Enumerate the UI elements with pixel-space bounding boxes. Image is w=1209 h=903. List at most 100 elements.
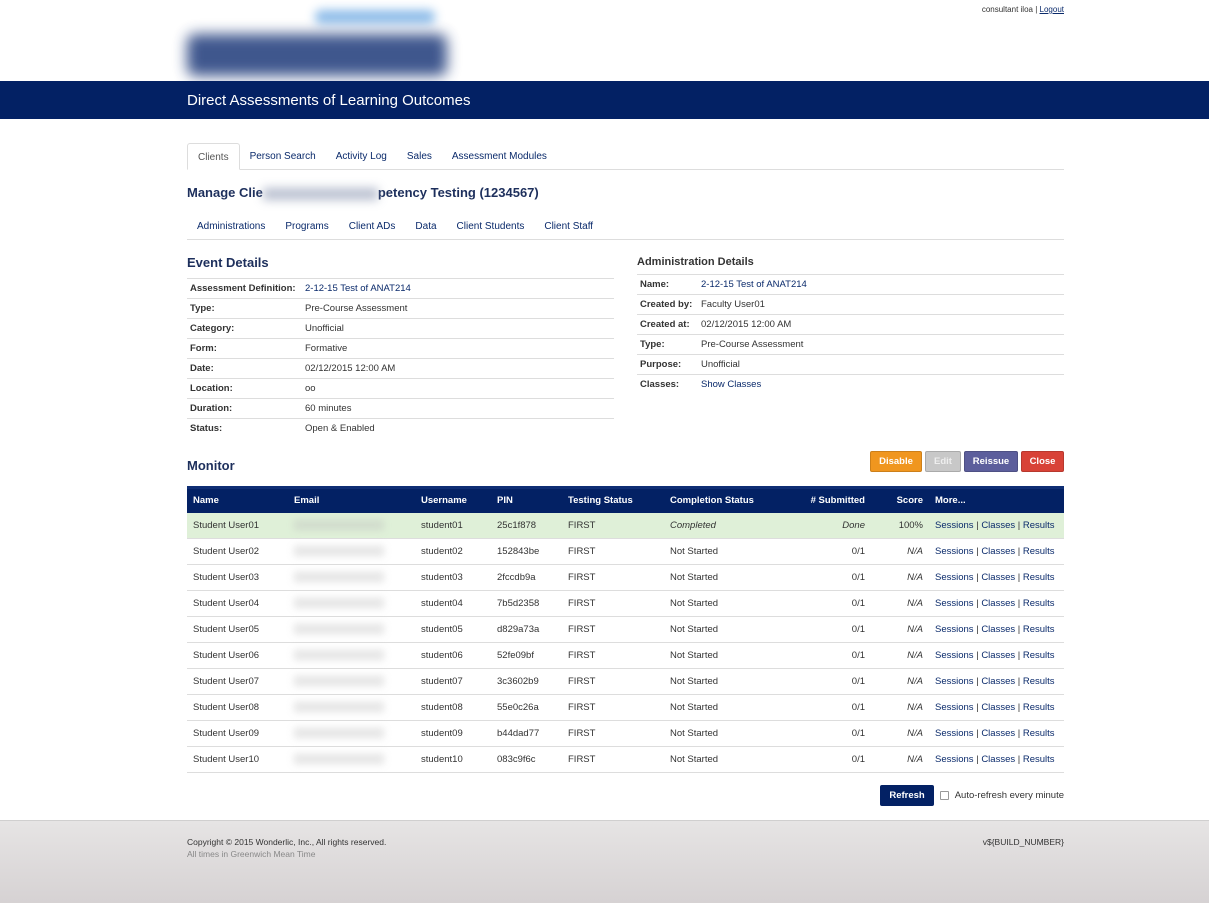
sessions-link[interactable]: Sessions <box>935 546 974 557</box>
sessions-link[interactable]: Sessions <box>935 598 974 609</box>
link-separator: | <box>976 572 979 583</box>
sessions-link[interactable]: Sessions <box>935 520 974 531</box>
sessions-link[interactable]: Sessions <box>935 754 974 765</box>
admin-detail-value-link[interactable]: Show Classes <box>701 379 761 390</box>
classes-link[interactable]: Classes <box>981 624 1015 635</box>
username-cell: student10 <box>415 746 491 773</box>
email-redacted <box>294 624 384 635</box>
testing-status-cell: FIRST <box>562 720 664 747</box>
close-button[interactable]: Close <box>1021 451 1064 472</box>
results-link[interactable]: Results <box>1023 676 1055 687</box>
event-detail-label: Form: <box>187 338 302 359</box>
classes-link[interactable]: Classes <box>981 650 1015 661</box>
admin-details-table: Name: 2-12-15 Test of ANAT214 Created by: F… <box>637 274 1064 395</box>
col-username[interactable]: Username <box>415 486 491 513</box>
pin-cell: 2fccdb9a <box>491 564 562 591</box>
logout-link[interactable]: Logout <box>1040 5 1064 14</box>
admin-detail-row: Type: Pre-Course Assessment <box>637 334 1064 355</box>
sessions-link[interactable]: Sessions <box>935 728 974 739</box>
classes-link[interactable]: Classes <box>981 754 1015 765</box>
pin-cell: 25c1f878 <box>491 512 562 539</box>
reissue-button[interactable]: Reissue <box>964 451 1018 472</box>
sessions-link[interactable]: Sessions <box>935 650 974 661</box>
pin-cell: 52fe09bf <box>491 642 562 669</box>
admin-detail-label: Created by: <box>637 294 698 315</box>
col-more: More... <box>929 486 1064 513</box>
sessions-link[interactable]: Sessions <box>935 624 974 635</box>
subtab-client-ads[interactable]: Client ADs <box>339 215 406 239</box>
pin-cell: 083c9f6c <box>491 746 562 773</box>
tab-clients[interactable]: Clients <box>187 143 240 170</box>
col-email[interactable]: Email <box>288 486 415 513</box>
tab-person-search[interactable]: Person Search <box>240 143 326 170</box>
admin-detail-value-link[interactable]: 2-12-15 Test of ANAT214 <box>701 279 807 290</box>
admin-detail-value-cell: Pre-Course Assessment <box>698 334 1064 355</box>
event-detail-label: Assessment Definition: <box>187 278 302 299</box>
tab-sales[interactable]: Sales <box>397 143 442 170</box>
event-detail-row: Assessment Definition: 2-12-15 Test of AN… <box>187 278 614 299</box>
table-row: Student User04 student04 7b5d2358 FIRST Not … <box>187 590 1064 617</box>
auto-refresh-checkbox[interactable] <box>939 791 949 800</box>
col-score[interactable]: Score <box>871 486 929 513</box>
event-detail-value-cell: 02/12/2015 12:00 AM <box>302 358 614 379</box>
results-link[interactable]: Results <box>1023 598 1055 609</box>
link-separator: | <box>1017 546 1021 557</box>
subtab-programs[interactable]: Programs <box>275 215 338 239</box>
link-separator: | <box>1017 624 1021 635</box>
refresh-button[interactable]: Refresh <box>880 785 934 806</box>
subtab-client-staff[interactable]: Client Staff <box>534 215 603 239</box>
event-detail-value-cell: Pre-Course Assessment <box>302 298 614 319</box>
more-links-cell: Sessions | Classes | Results <box>929 538 1064 565</box>
classes-link[interactable]: Classes <box>981 676 1015 687</box>
results-link[interactable]: Results <box>1023 520 1055 531</box>
subtab-data[interactable]: Data <box>405 215 446 239</box>
col-submitted[interactable]: # Submitted <box>774 486 871 513</box>
subtab-administrations[interactable]: Administrations <box>187 215 275 239</box>
classes-link[interactable]: Classes <box>981 546 1015 557</box>
email-redacted <box>294 520 384 531</box>
edit-button[interactable]: Edit <box>925 451 961 472</box>
more-links-cell: Sessions | Classes | Results <box>929 564 1064 591</box>
results-link[interactable]: Results <box>1023 624 1055 635</box>
col-pin[interactable]: PIN <box>491 486 562 513</box>
footer: Copyright © 2015 Wonderlic, Inc., All ri… <box>0 820 1209 903</box>
email-cell <box>288 668 415 695</box>
table-row: Student User10 student10 083c9f6c FIRST Not … <box>187 746 1064 773</box>
results-link[interactable]: Results <box>1023 728 1055 739</box>
event-detail-value: 60 minutes <box>305 403 352 414</box>
link-separator: | <box>1017 676 1021 687</box>
score-cell: N/A <box>871 590 929 617</box>
classes-link[interactable]: Classes <box>981 598 1015 609</box>
results-link[interactable]: Results <box>1023 546 1055 557</box>
event-detail-value-link[interactable]: 2-12-15 Test of ANAT214 <box>305 283 411 294</box>
results-link[interactable]: Results <box>1023 754 1055 765</box>
email-redacted <box>294 754 384 765</box>
col-testing-status[interactable]: Testing Status <box>562 486 664 513</box>
classes-link[interactable]: Classes <box>981 702 1015 713</box>
event-detail-value: Formative <box>305 343 348 354</box>
results-link[interactable]: Results <box>1023 702 1055 713</box>
score-cell: N/A <box>871 694 929 721</box>
disable-button[interactable]: Disable <box>870 451 922 472</box>
email-redacted <box>294 650 384 661</box>
col-name[interactable]: Name <box>187 486 288 513</box>
results-link[interactable]: Results <box>1023 572 1055 583</box>
classes-link[interactable]: Classes <box>981 520 1015 531</box>
sessions-link[interactable]: Sessions <box>935 676 974 687</box>
pin-cell: b44dad77 <box>491 720 562 747</box>
classes-link[interactable]: Classes <box>981 572 1015 583</box>
sessions-link[interactable]: Sessions <box>935 702 974 713</box>
completion-status-cell: Not Started <box>664 538 774 565</box>
classes-link[interactable]: Classes <box>981 728 1015 739</box>
tab-activity-log[interactable]: Activity Log <box>326 143 397 170</box>
subtab-client-students[interactable]: Client Students <box>447 215 535 239</box>
testing-status-cell: FIRST <box>562 564 664 591</box>
col-completion-status[interactable]: Completion Status <box>664 486 774 513</box>
sessions-link[interactable]: Sessions <box>935 572 974 583</box>
admin-detail-label: Type: <box>637 334 698 355</box>
pin-cell: 7b5d2358 <box>491 590 562 617</box>
results-link[interactable]: Results <box>1023 650 1055 661</box>
submitted-cell: 0/1 <box>774 720 871 747</box>
more-links-cell: Sessions | Classes | Results <box>929 694 1064 721</box>
tab-assessment-modules[interactable]: Assessment Modules <box>442 143 557 170</box>
